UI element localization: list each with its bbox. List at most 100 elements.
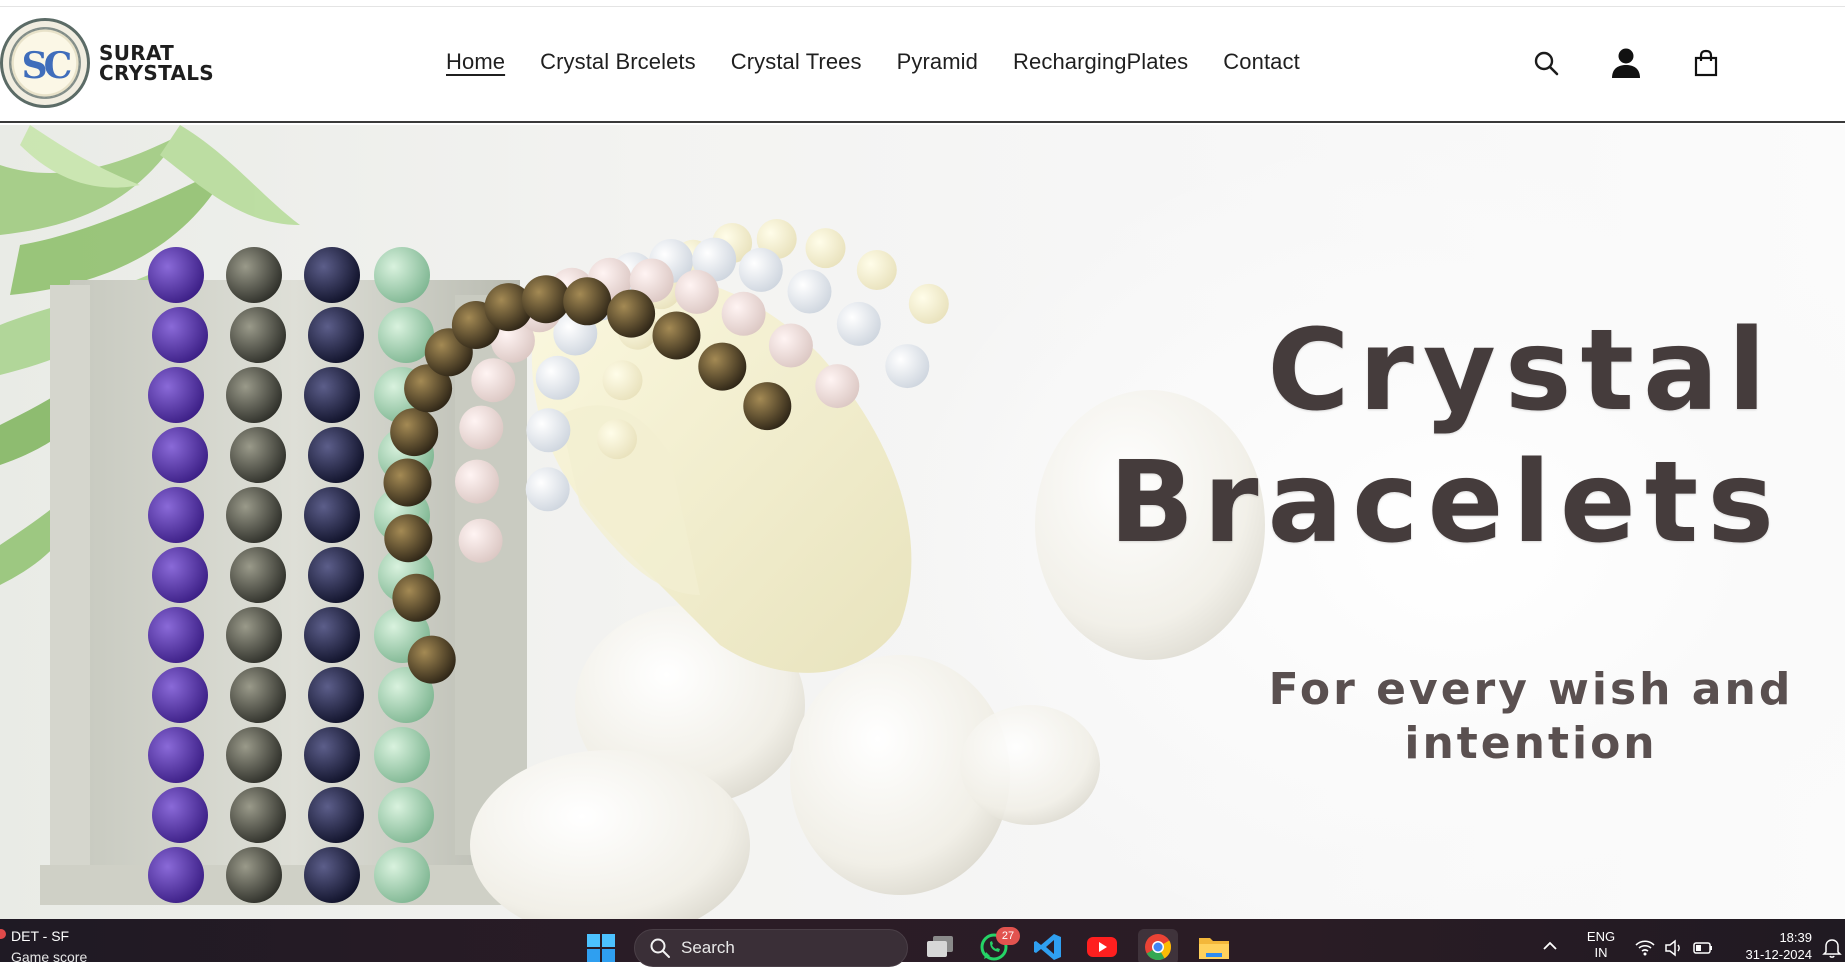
bracelet-bead [459,405,504,450]
bracelet-bead [885,344,930,389]
nav-recharging-plates[interactable]: RechargingPlates [1013,49,1188,75]
bracelet-bead [522,275,570,324]
site-header: SC SURAT CRYSTALS Home Crystal Brcelets … [0,7,1845,123]
wifi-icon[interactable] [1634,937,1656,959]
bracelet-bead [607,289,656,338]
taskbar-clock[interactable]: 18:39 31-12-2024 [1730,929,1813,963]
brand-name-line1: SURAT [99,41,175,65]
windows-taskbar: DET - SF Game score Search 27 ENG IN 18:… [0,919,1845,967]
whatsapp-unread-badge: 27 [996,927,1020,945]
bracelet-bead [563,277,612,326]
bracelet-bead [230,787,286,843]
youtube-icon[interactable] [1082,929,1122,965]
bracelet-bead [815,364,860,409]
bracelet-bead [226,847,282,903]
task-view-icon[interactable] [920,929,960,965]
bracelet-bead [652,311,701,360]
hero-title-line2: Bracelets [1108,438,1783,568]
bracelet-bead [152,787,208,843]
widgets-button[interactable]: DET - SF Game score [0,919,160,965]
bracelet-bead [768,323,813,368]
user-icon[interactable] [1608,45,1644,81]
hero-subtitle: For every wish and intention [1236,663,1826,771]
search-icon[interactable] [1528,45,1564,81]
bracelet-bead [304,367,360,423]
hero-title-line1: Crystal [1267,306,1775,436]
bracelet-bead [226,367,282,423]
bracelet-bead [378,787,434,843]
bracelet-bead [374,247,430,303]
language-indicator[interactable]: ENG IN [1584,929,1618,961]
hero-banner[interactable]: Crystal Bracelets For every wish and int… [0,125,1845,919]
bracelet-bead [148,487,204,543]
bracelet-bead [148,607,204,663]
bracelet-bead [230,547,286,603]
bracelet-bead [458,518,503,563]
clock-time: 18:39 [1779,930,1812,945]
browser-top-edge [0,0,1845,7]
nav-crystal-bracelets[interactable]: Crystal Brcelets [540,49,696,75]
bracelet-bead [308,427,364,483]
nav-pyramid[interactable]: Pyramid [897,49,978,75]
bracelet-bead [698,342,747,391]
hero-subtitle-line1: For every wish and [1268,664,1794,715]
whatsapp-icon[interactable]: 27 [974,927,1020,965]
brand-name: SURAT CRYSTALS [99,43,214,83]
bracelet-bead [308,787,364,843]
widget-title: DET - SF [11,928,70,944]
bracelet-bead [908,283,949,324]
language-region: IN [1594,945,1608,960]
bracelet-bead [226,487,282,543]
search-icon [650,938,670,958]
bracelet-bead [805,228,846,269]
bracelet-bead [304,247,360,303]
notification-bell-icon[interactable] [1822,937,1842,959]
bracelet-bead [526,408,571,453]
bracelet-bead [148,367,204,423]
bracelet-bead [230,667,286,723]
bracelet-bead [674,269,719,314]
file-explorer-icon[interactable] [1194,929,1234,965]
bracelet-bead [602,360,643,401]
language-code: ENG [1586,929,1616,944]
taskbar-search-box[interactable]: Search [634,929,908,967]
chrome-icon[interactable] [1138,929,1178,965]
bracelet-bead [152,307,208,363]
windows-start-icon[interactable] [586,933,616,963]
logo-badge-icon: SC [0,18,90,108]
bracelet-bead [374,727,430,783]
nav-home[interactable]: Home [446,49,505,75]
bracelet-bead [383,458,432,507]
brand-logo[interactable]: SC SURAT CRYSTALS [0,16,220,110]
bracelet-bead [226,247,282,303]
volume-icon[interactable] [1663,937,1685,959]
bracelet-bead [407,635,456,684]
bracelet-bead [304,727,360,783]
bracelet-bead [152,547,208,603]
bracelet-bead [308,547,364,603]
bracelet-bead [148,847,204,903]
bracelet-bead [308,667,364,723]
main-nav: Home Crystal Brcelets Crystal Trees Pyra… [446,7,1300,116]
chevron-up-icon[interactable] [1540,936,1560,956]
bracelet-bead [384,514,433,563]
bracelet-bead [374,847,430,903]
bracelet-bead [226,727,282,783]
bracelet-bead [304,847,360,903]
brand-name-line2: CRYSTALS [99,61,214,85]
shopping-bag-icon[interactable] [1688,45,1724,81]
bracelet-bead [738,247,783,292]
bracelet-bead [152,427,208,483]
nav-contact[interactable]: Contact [1223,49,1300,75]
bracelet-bead [721,291,766,336]
taskbar-search-label: Search [681,938,735,957]
bracelet-bead [787,269,832,314]
bracelet-bead [856,250,897,290]
vscode-icon[interactable] [1028,929,1068,965]
bracelet-bead [230,307,286,363]
nav-crystal-trees[interactable]: Crystal Trees [731,49,862,75]
battery-icon[interactable] [1692,937,1714,959]
widget-live-dot-icon [0,929,6,939]
bracelet-bead [836,301,881,346]
bracelet-bead [390,408,439,457]
